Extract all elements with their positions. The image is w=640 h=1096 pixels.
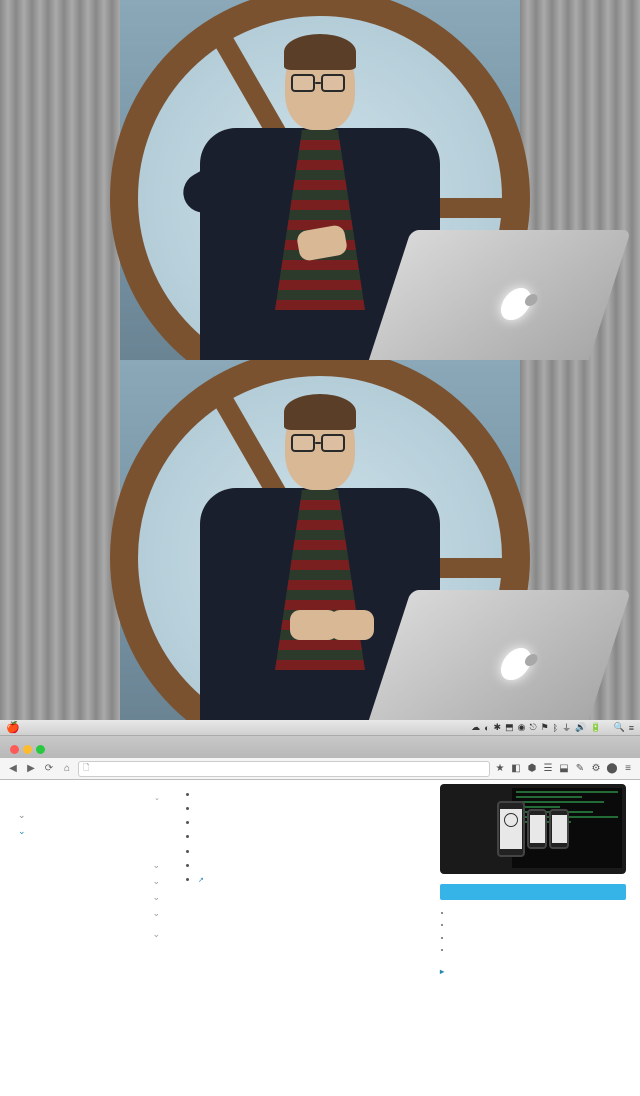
list-item — [452, 933, 626, 943]
extension-icon[interactable]: ★ — [494, 763, 506, 775]
laptop — [390, 230, 610, 360]
address-bar[interactable]: 🗋 — [78, 761, 490, 777]
bluetooth-icon[interactable]: ᛒ — [553, 723, 558, 733]
sidebar-item-android-studio[interactable]: ⌄ — [10, 824, 160, 840]
chevron-down-icon: ⌄ — [18, 810, 26, 820]
list-item — [198, 845, 426, 857]
status-icon[interactable]: ⬒ — [505, 722, 514, 733]
browser-window: ◀ ▶ ⟳ ⌂ 🗋 ★ ◧ ⬢ ☰ ⬓ ✎ ⚙ ⬤ ≡ — [0, 736, 640, 780]
extension-icon[interactable]: ⬢ — [526, 763, 538, 775]
extension-icon[interactable]: ✎ — [574, 763, 586, 775]
battery-icon[interactable]: 🔋 — [590, 722, 601, 733]
hero-screenshot — [440, 784, 626, 874]
wall-panel — [0, 360, 120, 720]
reload-button[interactable]: ⟳ — [42, 762, 56, 776]
mac-menubar: 🍎 ☁ ◐ ✱ ⬒ ◉ ⎋ ⚑ ᛒ ⏚ 🔊 🔋 🔍 ≡ — [0, 720, 640, 736]
extension-icon[interactable]: ⚙ — [590, 763, 602, 775]
window-close-button[interactable] — [10, 745, 19, 754]
download-button[interactable] — [440, 884, 626, 900]
extension-icon[interactable]: ◧ — [510, 763, 522, 775]
back-button[interactable]: ◀ — [6, 762, 20, 776]
laptop — [390, 590, 610, 720]
list-item — [198, 816, 426, 828]
wifi-icon[interactable]: ⏚ — [562, 721, 571, 734]
status-icon[interactable]: ☁ — [471, 722, 480, 733]
list-item — [452, 920, 626, 930]
page-content: ⌄ ⌄ ⌄ ⌄ ⌄ ⌄ ⌄ ⌄ — [0, 780, 640, 1096]
extension-icon[interactable]: ⬓ — [558, 763, 570, 775]
sidebar-section-workflow[interactable]: ⌄ — [10, 860, 160, 871]
list-item — [198, 788, 426, 800]
sidebar-item-existing-ide[interactable]: ⌄ — [10, 808, 160, 824]
sidebar-section-adk[interactable]: ⌄ — [10, 929, 160, 940]
forward-button[interactable]: ▶ — [24, 762, 38, 776]
window-zoom-button[interactable] — [36, 745, 45, 754]
main-content — [170, 780, 440, 1096]
home-button[interactable]: ⌂ — [60, 762, 74, 776]
download-column — [440, 780, 640, 1096]
sidebar-group-download[interactable]: ⌄ — [10, 794, 160, 802]
volume-icon[interactable]: 🔊 — [575, 722, 586, 733]
apple-menu-icon[interactable]: 🍎 — [6, 721, 20, 734]
toolbar: ◀ ▶ ⟳ ⌂ 🗋 ★ ◧ ⬢ ☰ ⬓ ✎ ⚙ ⬤ ≡ — [0, 758, 640, 780]
list-item — [452, 945, 626, 955]
feature-list — [198, 788, 426, 885]
status-icon[interactable]: ◐ — [484, 723, 489, 733]
list-item — [198, 859, 426, 871]
status-icon[interactable]: ⚑ — [541, 722, 549, 733]
sidebar-section-tools-help[interactable]: ⌄ — [10, 892, 160, 903]
video-frame-1 — [0, 0, 640, 360]
chevron-down-icon: ⌄ — [154, 794, 160, 802]
chrome-menu-icon[interactable]: ≡ — [622, 763, 634, 775]
status-icon[interactable]: ✱ — [494, 722, 502, 733]
sidebar-section-support[interactable]: ⌄ — [10, 876, 160, 887]
list-item — [198, 802, 426, 814]
other-platforms-link[interactable] — [440, 966, 626, 976]
window-minimize-button[interactable] — [23, 745, 32, 754]
google-cloud-link[interactable] — [198, 874, 204, 884]
spotlight-icon[interactable]: 🔍 — [614, 722, 625, 733]
status-icon[interactable]: ◉ — [518, 722, 526, 733]
video-frame-2 — [0, 360, 640, 720]
list-item — [198, 830, 426, 842]
chevron-down-icon: ⌄ — [18, 826, 26, 836]
sidebar-section-revisions[interactable]: ⌄ — [10, 908, 160, 919]
extension-icon[interactable]: ☰ — [542, 763, 554, 775]
includes-list — [452, 908, 626, 956]
list-item — [198, 873, 426, 885]
notifications-icon[interactable]: ≡ — [629, 723, 634, 733]
extension-icon[interactable]: ⬤ — [606, 763, 618, 775]
tab-strip — [0, 736, 640, 758]
sidebar: ⌄ ⌄ ⌄ ⌄ ⌄ ⌄ ⌄ ⌄ — [0, 780, 170, 1096]
sidebar-item-ndk[interactable] — [10, 851, 160, 855]
status-icon[interactable]: ⎋ — [529, 722, 536, 733]
page-icon: 🗋 — [83, 762, 89, 776]
wall-panel — [0, 0, 120, 360]
list-item — [452, 908, 626, 918]
